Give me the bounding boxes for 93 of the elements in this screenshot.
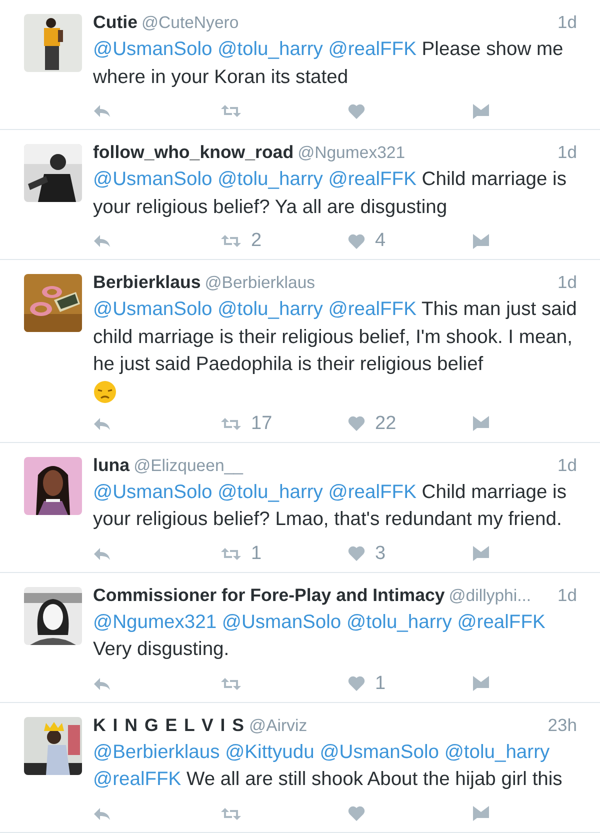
reply-button[interactable] xyxy=(93,234,111,248)
reply-button[interactable] xyxy=(93,416,111,430)
envelope-icon xyxy=(473,104,489,118)
tweet-text: @Berbierklaus @Kittyudu @UsmanSolo @tolu_harry @realFFK We all are still shook About the hijab girl this xyxy=(93,740,564,792)
mention-link[interactable]: @tolu_harry xyxy=(218,39,323,60)
retweet-button[interactable] xyxy=(221,806,241,820)
heart-icon xyxy=(348,806,365,821)
message-button[interactable] xyxy=(473,546,489,561)
tweet-text: @UsmanSolo @tolu_harry @realFFK This man just said child marriage is their religious belief, I'm shook. I mean, he just said Paedophila is their religious belief xyxy=(93,298,577,377)
mention-link[interactable]: @Berbierklaus xyxy=(93,742,220,762)
heart-icon xyxy=(348,676,365,691)
retweet-button[interactable]: 17 xyxy=(221,412,272,434)
user-handle: @dillyphi... xyxy=(448,586,532,606)
retweet-icon xyxy=(221,416,241,430)
timestamp: 1d xyxy=(556,12,577,33)
mention-link[interactable]: @tolu_harry xyxy=(218,299,323,320)
timestamp: 1d xyxy=(556,142,577,163)
mention-link[interactable]: @UsmanSolo xyxy=(93,39,212,60)
display-name: K I N G E L V I S xyxy=(93,714,246,736)
display-name: follow_who_know_road xyxy=(93,142,294,163)
tweet-text: @UsmanSolo @tolu_harry @realFFK Please show me where in your Koran its stated xyxy=(93,38,564,90)
mention-link[interactable]: @Ngumex321 xyxy=(93,612,217,632)
reply-icon xyxy=(93,416,111,430)
like-button[interactable]: 1 xyxy=(348,672,386,694)
envelope-icon xyxy=(473,806,489,821)
like-button[interactable]: 4 xyxy=(348,230,386,252)
mention-link[interactable]: @tolu_harry xyxy=(218,169,323,190)
mention-link[interactable]: @realFFK xyxy=(328,39,416,60)
mention-link[interactable]: @UsmanSolo xyxy=(93,299,212,320)
retweet-button[interactable] xyxy=(221,104,241,118)
heart-icon xyxy=(348,234,365,248)
retweet-icon xyxy=(221,234,241,248)
reply-icon xyxy=(93,546,111,560)
mention-link[interactable]: @tolu_harry xyxy=(346,612,452,632)
mention-link[interactable]: @realFFK xyxy=(328,169,416,190)
message-button[interactable] xyxy=(473,234,489,248)
reply-button[interactable] xyxy=(93,104,111,118)
mention-link[interactable]: @realFFK xyxy=(328,299,416,320)
like-button[interactable]: 3 xyxy=(348,542,386,564)
mention-link[interactable]: @realFFK xyxy=(457,612,546,632)
message-button[interactable] xyxy=(473,676,489,691)
mention-link[interactable]: @UsmanSolo xyxy=(93,169,212,190)
retweet-icon xyxy=(221,104,241,118)
timestamp: 1d xyxy=(556,272,577,293)
tweet-text: @UsmanSolo @tolu_harry @realFFK Child marriage is your religious belief? Lmao, that's redundant my friend. xyxy=(93,480,568,532)
mention-link[interactable]: @UsmanSolo xyxy=(93,482,212,502)
like-button[interactable] xyxy=(348,104,365,118)
message-button[interactable] xyxy=(473,806,489,821)
retweet-button[interactable]: 1 xyxy=(221,542,262,564)
like-button[interactable]: 22 xyxy=(348,412,396,434)
envelope-icon xyxy=(473,234,489,248)
timestamp: 1d xyxy=(556,584,577,606)
reply-icon xyxy=(93,234,111,248)
display-name: luna xyxy=(93,454,130,476)
reply-icon xyxy=(93,806,111,820)
tweet-text: @Ngumex321 @UsmanSolo @tolu_harry @realFFK Very disgusting. xyxy=(93,610,546,662)
reply-button[interactable] xyxy=(93,546,111,560)
tweet-text: @UsmanSolo @tolu_harry @realFFK Child marriage is your religious belief? Ya all are disgusting xyxy=(93,168,568,220)
display-name: Commissioner for Fore-Play and Intimacy xyxy=(93,584,445,606)
envelope-icon xyxy=(473,676,489,691)
message-button[interactable] xyxy=(473,416,489,431)
mention-link[interactable]: @realFFK xyxy=(328,482,416,502)
like-button[interactable] xyxy=(348,806,365,821)
user-handle: @Ngumex321 xyxy=(298,143,406,163)
display-name: Berbierklaus xyxy=(93,272,201,293)
retweet-icon xyxy=(221,806,241,820)
mention-link[interactable]: @tolu_harry xyxy=(444,742,550,762)
mention-link[interactable]: @UsmanSolo xyxy=(320,742,439,762)
heart-icon xyxy=(348,546,365,561)
retweet-button[interactable] xyxy=(221,676,241,690)
reply-button[interactable] xyxy=(93,806,111,820)
envelope-icon xyxy=(473,416,489,431)
heart-icon xyxy=(348,104,365,118)
user-handle: @CuteNyero xyxy=(141,13,239,33)
heart-icon xyxy=(348,416,365,431)
user-handle: @Berbierklaus xyxy=(204,273,316,293)
mention-link[interactable]: @realFFK xyxy=(93,769,182,790)
mention-link[interactable]: @Kittyudu xyxy=(225,742,314,762)
timestamp: 1d xyxy=(556,454,577,476)
retweet-button[interactable]: 2 xyxy=(221,230,262,252)
retweet-icon xyxy=(221,546,241,560)
reply-icon xyxy=(93,104,111,118)
timestamp: 23h xyxy=(546,714,577,736)
mention-link[interactable]: @tolu_harry xyxy=(218,482,323,502)
retweet-icon xyxy=(221,676,241,690)
envelope-icon xyxy=(473,546,489,561)
display-name: Cutie xyxy=(93,12,138,33)
message-button[interactable] xyxy=(473,104,489,118)
user-handle: @Elizqueen__ xyxy=(134,456,243,476)
reply-button[interactable] xyxy=(93,676,111,690)
mention-link[interactable]: @UsmanSolo xyxy=(222,612,342,632)
user-handle: @Airviz xyxy=(249,716,308,736)
reply-icon xyxy=(93,676,111,690)
